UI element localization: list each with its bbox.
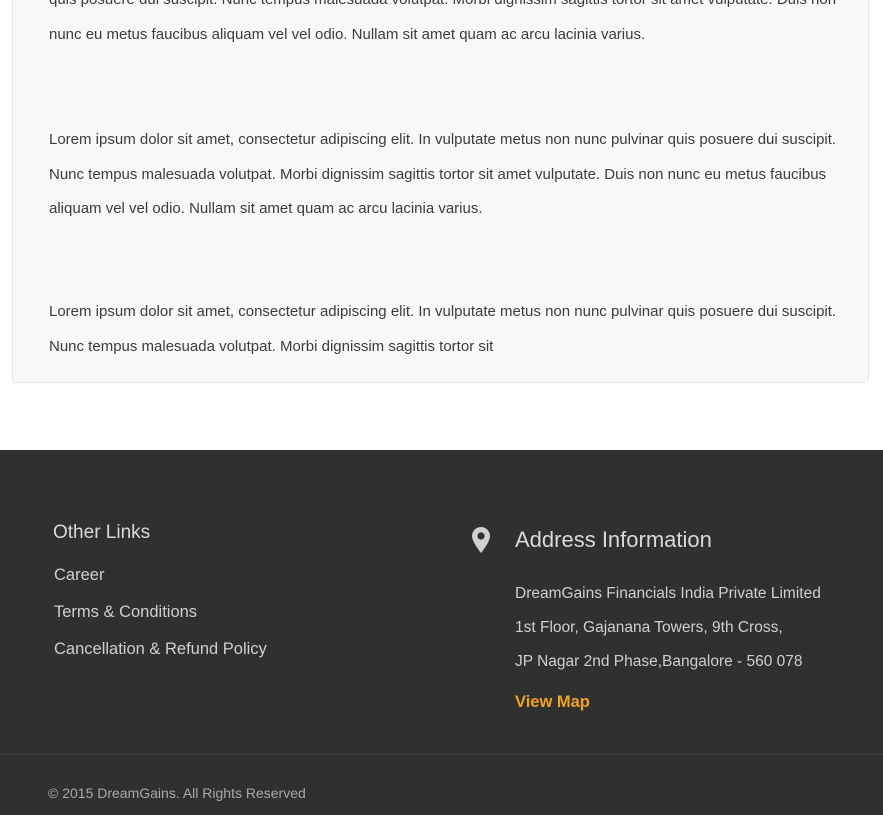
- other-links-heading: Other Links: [53, 522, 151, 543]
- copyright-text: © 2015 DreamGains. All Rights Reserved: [48, 785, 306, 801]
- body-paragraph-1: quis posuere dui suscipit. Nunc tempus m…: [49, 0, 836, 43]
- body-paragraph-3: Lorem ipsum dolor sit amet, consectetur …: [49, 303, 837, 355]
- terms-conditions-link[interactable]: Terms & Conditions: [54, 603, 197, 622]
- site-footer: Other Links Career Terms & Conditions Ca…: [0, 450, 883, 815]
- career-link[interactable]: Career: [54, 566, 104, 585]
- content-card: quis posuere dui suscipit. Nunc tempus m…: [12, 0, 869, 383]
- address-line-company: DreamGains Financials India Private Limi…: [515, 585, 821, 602]
- address-heading: Address Information: [515, 527, 712, 552]
- address-line-street: 1st Floor, Gajanana Towers, 9th Cross,: [515, 619, 783, 636]
- view-map-link[interactable]: View Map: [515, 693, 590, 712]
- footer-divider: [0, 754, 883, 755]
- address-line-city: JP Nagar 2nd Phase,Bangalore - 560 078: [515, 653, 803, 670]
- map-pin-icon: [472, 527, 490, 553]
- body-paragraph-2: Lorem ipsum dolor sit amet, consectetur …: [49, 131, 837, 217]
- cancellation-refund-policy-link[interactable]: Cancellation & Refund Policy: [54, 640, 267, 659]
